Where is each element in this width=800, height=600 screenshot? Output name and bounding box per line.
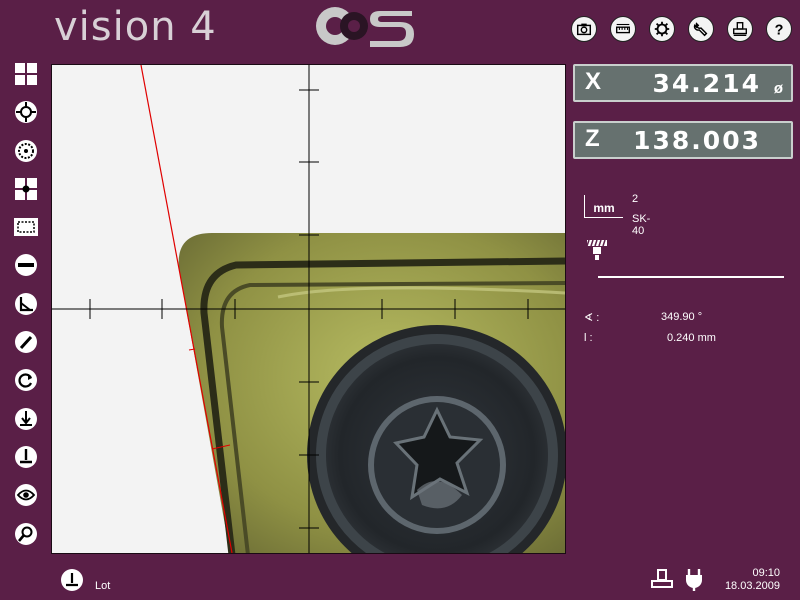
z-axis-readout: Z 138.003 <box>573 121 793 159</box>
angle-value: 349.90 ° <box>661 311 703 323</box>
x-axis-label: X <box>585 68 602 95</box>
ocs-logo <box>316 7 414 47</box>
line-measure-button[interactable] <box>12 251 40 279</box>
camera-viewport[interactable] <box>51 64 566 554</box>
radius-measure-icon <box>15 331 37 354</box>
x-axis-value: 34.214 <box>652 69 761 98</box>
tools-button[interactable] <box>688 16 714 42</box>
edge-tool-button[interactable] <box>12 405 40 433</box>
help-icon: ? <box>775 22 784 38</box>
clock: 09:10 18.03.2009 <box>725 567 780 593</box>
zoom-button[interactable] <box>12 520 40 548</box>
angle-measure-icon <box>15 292 37 315</box>
ruler-icon <box>616 23 630 34</box>
grid-view-button[interactable] <box>12 60 40 88</box>
plug-icon[interactable] <box>682 567 706 591</box>
rectangle-select-button[interactable] <box>12 213 40 241</box>
zoom-icon <box>15 522 37 545</box>
edge-tool-icon <box>15 407 37 430</box>
machine-base-icon[interactable] <box>650 567 674 591</box>
settings-button[interactable] <box>649 16 675 42</box>
grid-view-icon <box>15 63 37 85</box>
diameter-symbol: ø <box>773 80 783 97</box>
eye-icon <box>15 484 37 507</box>
lot-button[interactable] <box>60 568 84 592</box>
camera-image <box>52 65 565 553</box>
camera-button[interactable] <box>571 16 597 42</box>
wrench-icon <box>693 22 708 37</box>
app-title: vision 4 <box>54 4 217 50</box>
tool-name: SK-40 <box>632 213 651 237</box>
unit-label: mm <box>584 195 623 218</box>
date-display: 18.03.2009 <box>724 580 780 592</box>
rectangle-select-icon <box>14 218 38 237</box>
length-label: l : <box>584 332 593 344</box>
crosshair-target-icon <box>15 101 37 124</box>
lot-label: Lot <box>95 580 111 592</box>
tool-base-button[interactable] <box>12 443 40 471</box>
length-value: 0.240 mm <box>667 332 716 344</box>
top-toolbar: ? <box>571 16 792 42</box>
radius-measure-button[interactable] <box>12 328 40 356</box>
gear-icon <box>654 21 670 37</box>
info-divider <box>598 276 784 278</box>
grid-center-icon <box>15 177 37 200</box>
refresh-button[interactable] <box>12 366 40 394</box>
ruler-button[interactable] <box>610 16 636 42</box>
circle-point-button[interactable] <box>12 137 40 165</box>
grid-center-button[interactable] <box>12 175 40 203</box>
svg-text:?: ? <box>775 22 784 38</box>
view-button[interactable] <box>12 481 40 509</box>
time-display: 09:10 <box>752 567 780 579</box>
tool-number: 2 <box>632 193 639 205</box>
printer-icon <box>733 22 747 36</box>
x-axis-readout: X 34.214 ø <box>573 64 793 102</box>
circle-point-icon <box>15 139 37 162</box>
refresh-icon <box>15 369 37 392</box>
print-button[interactable] <box>727 16 753 42</box>
left-toolbar <box>12 60 40 558</box>
tool-base-icon <box>15 445 37 468</box>
line-measure-icon <box>15 254 37 277</box>
z-axis-value: 138.003 <box>633 126 761 155</box>
camera-icon <box>576 23 592 36</box>
angle-measure-button[interactable] <box>12 290 40 318</box>
z-axis-label: Z <box>585 125 600 152</box>
crosshair-target-button[interactable] <box>12 98 40 126</box>
tool-holder-icon <box>586 239 607 260</box>
angle-label: ∢ : <box>584 312 600 324</box>
help-button[interactable]: ? <box>766 16 792 42</box>
